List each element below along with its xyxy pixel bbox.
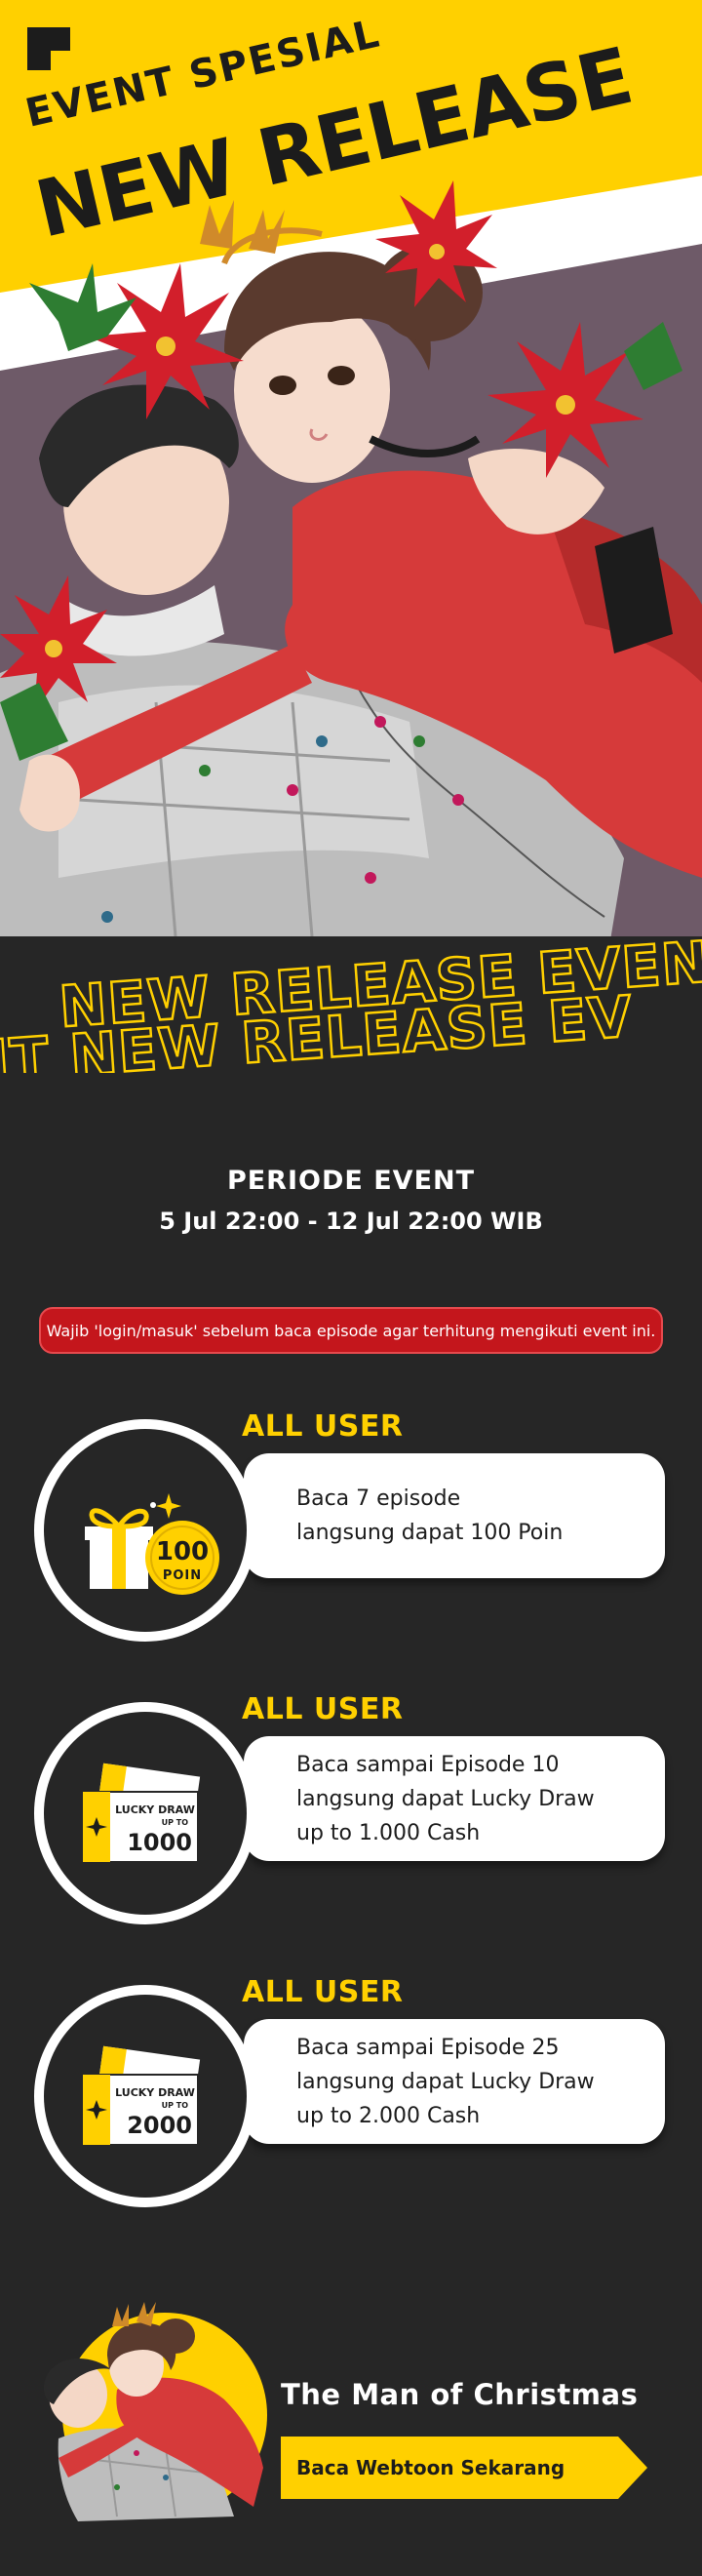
reward-line: langsung dapat Lucky Draw [296, 2069, 595, 2094]
hero-banner: EVENT SPESIAL NEW RELEASE [0, 0, 702, 936]
period-title: PERIODE EVENT [226, 1166, 476, 1196]
new-release-marquee-band: NEW RELEASE EVENT NE NT NEW RELEASE EV [0, 936, 702, 1073]
reward-card: Baca 7 episode langsung dapat 100 Poin [244, 1453, 665, 1578]
reward-label: ALL USER [242, 1975, 404, 2009]
reward-line: Baca sampai Episode 25 [296, 2035, 560, 2060]
reward-line: Baca sampai Episode 10 [296, 1752, 560, 1777]
reward-description: Baca sampai Episode 10 langsung dapat Lu… [296, 1736, 595, 1861]
reward-line: up to 1.000 Cash [296, 1820, 481, 1845]
reward-item-lucky-draw-2000: ALL USER Baca sampai Episode 25 langsung… [0, 1975, 702, 2219]
lucky-draw-ticket-icon: LUCKY DRAW UP TO 2000 [82, 2045, 201, 2146]
reward-card: Baca sampai Episode 25 langsung dapat Lu… [244, 2019, 665, 2144]
coin-number: 100 [156, 1537, 209, 1566]
reward-icon-circle: 100 POIN [34, 1419, 256, 1642]
gift-coin-icon: 100 POIN [85, 1493, 219, 1595]
reward-item-lucky-draw-1000: ALL USER Baca sampai Episode 10 langsung… [0, 1692, 702, 1936]
app-logo-icon[interactable] [27, 27, 70, 70]
period-dates: 5 Jul 22:00 - 12 Jul 22:00 WIB [159, 1208, 543, 1235]
ticket-upto: UP TO [162, 2101, 189, 2110]
coin-unit: POIN [163, 1568, 202, 1583]
reward-icon-circle: LUCKY DRAW UP TO 2000 [34, 1985, 256, 2207]
ticket-amount: 1000 [127, 1829, 192, 1856]
reward-description: Baca sampai Episode 25 langsung dapat Lu… [296, 2019, 595, 2144]
reward-item-poin: ALL USER Baca 7 episode langsung dapat 1… [0, 1409, 702, 1653]
reward-line: up to 2.000 Cash [296, 2103, 481, 2128]
ticket-upto: UP TO [162, 1818, 189, 1827]
ticket-title: LUCKY DRAW [115, 1803, 195, 1816]
reward-label: ALL USER [242, 1692, 404, 1726]
reward-card: Baca sampai Episode 10 langsung dapat Lu… [244, 1736, 665, 1861]
reward-line: Baca 7 episode [296, 1486, 461, 1511]
reward-description: Baca 7 episode langsung dapat 100 Poin [296, 1453, 563, 1578]
read-webtoon-button[interactable]: Baca Webtoon Sekarang [281, 2437, 647, 2499]
reward-line: langsung dapat 100 Poin [296, 1521, 564, 1545]
reward-line: langsung dapat Lucky Draw [296, 1786, 595, 1811]
login-notice-banner: Wajib 'login/masuk' sebelum baca episode… [39, 1307, 663, 1354]
ticket-title: LUCKY DRAW [115, 2086, 195, 2099]
webtoon-title[interactable]: The Man of Christmas [281, 2378, 638, 2411]
read-webtoon-button-label: Baca Webtoon Sekarang [296, 2456, 566, 2479]
login-notice-text: Wajib 'login/masuk' sebelum baca episode… [46, 1321, 656, 1340]
reward-label: ALL USER [242, 1409, 404, 1444]
ticket-amount: 2000 [127, 2112, 192, 2139]
lucky-draw-ticket-icon: LUCKY DRAW UP TO 1000 [82, 1763, 201, 1863]
webtoon-thumbnail-illustration[interactable] [20, 2273, 273, 2526]
reward-icon-circle: LUCKY DRAW UP TO 1000 [34, 1702, 256, 1924]
